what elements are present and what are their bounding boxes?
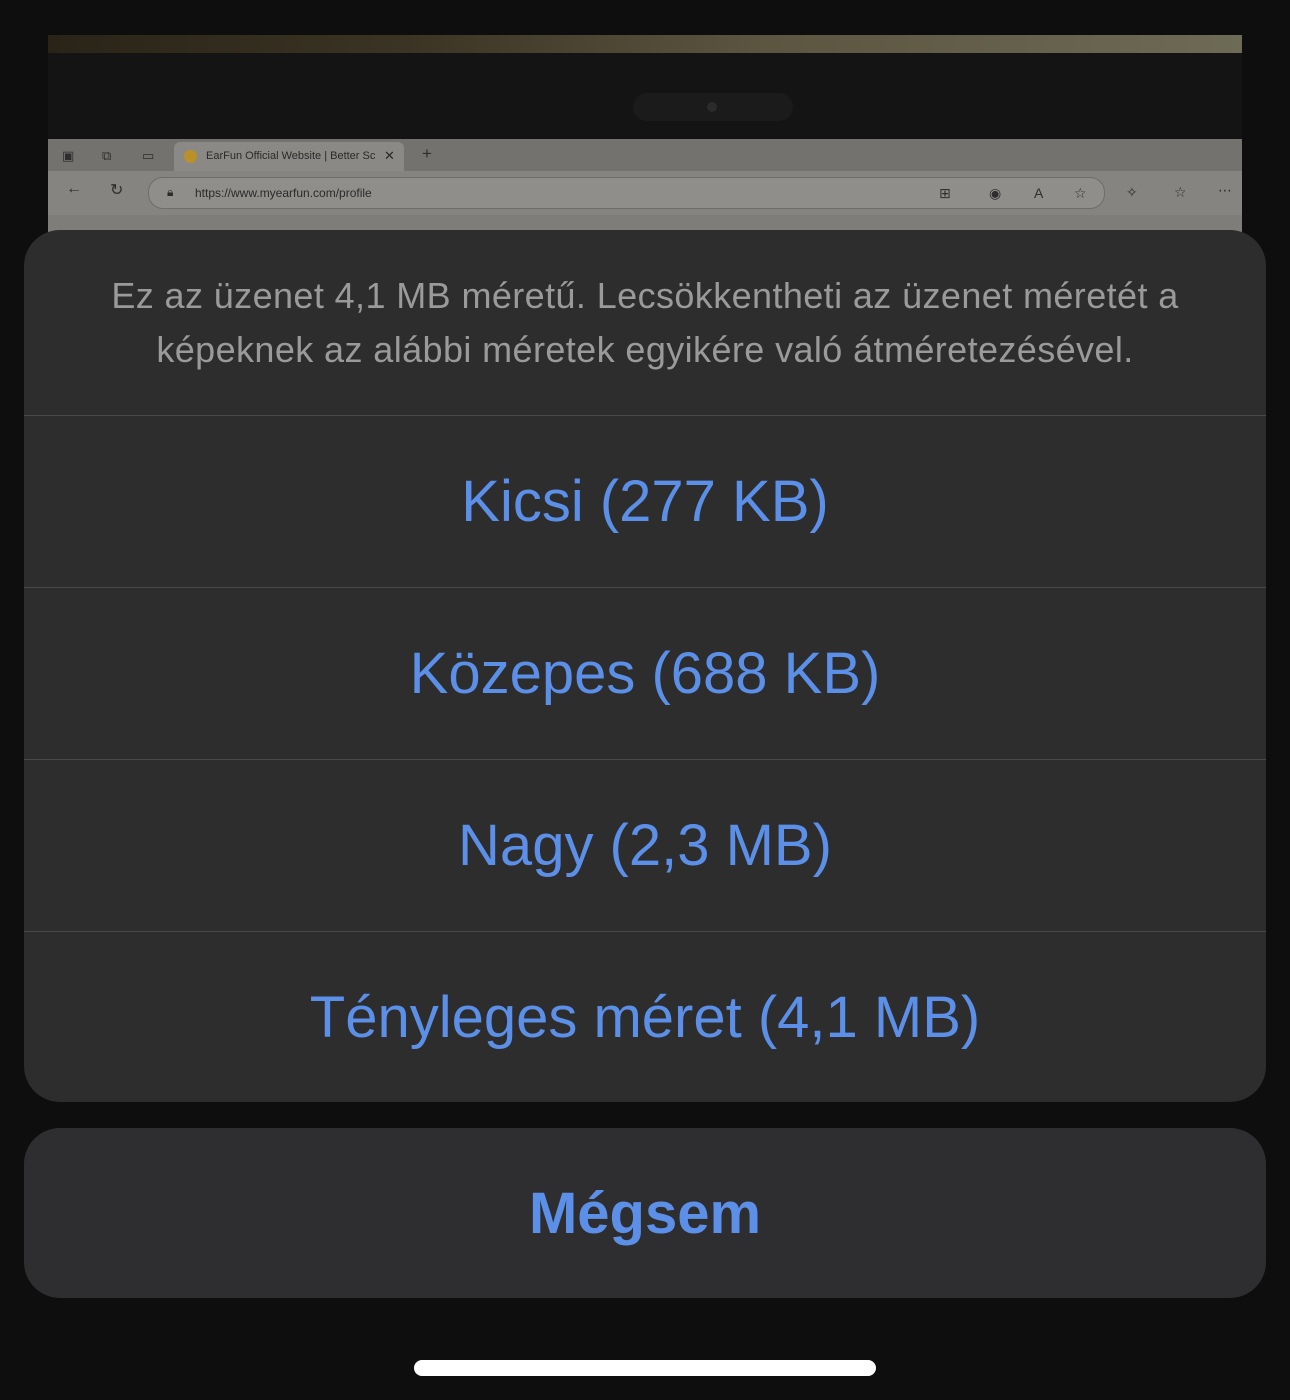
webcam (633, 93, 793, 121)
browser-tab-bar: ▣ ⧉ ▭ EarFun Official Website | Better S… (48, 139, 1242, 171)
option-small-button[interactable]: Kicsi (277 KB) (24, 415, 1266, 587)
browser-tab: EarFun Official Website | Better Sc ✕ (174, 142, 404, 171)
home-indicator[interactable] (414, 1360, 876, 1376)
refresh-icon: ↻ (110, 182, 124, 199)
collections-icon: ⧉ (102, 148, 112, 163)
apps-icon: ⊞ (939, 185, 951, 201)
option-medium-button[interactable]: Közepes (688 KB) (24, 587, 1266, 759)
option-actual-size-button[interactable]: Tényleges méret (4,1 MB) (24, 931, 1266, 1102)
site-favicon-icon (184, 150, 197, 163)
favorites-icon: ☆ (1174, 184, 1187, 200)
read-aloud-icon: A (1034, 185, 1044, 201)
new-tab-icon: + (422, 144, 432, 163)
tab-title: EarFun Official Website | Better Sc (206, 150, 376, 162)
tracking-shield-icon: ◉ (989, 185, 1002, 201)
wall-strip (48, 35, 1242, 53)
tab-close-icon: ✕ (384, 148, 395, 163)
back-arrow-icon: ← (66, 180, 82, 197)
cancel-button[interactable]: Mégsem (24, 1128, 1266, 1298)
extensions-icon: ✧ (1126, 184, 1138, 200)
lock-icon: 🔒︎ (167, 185, 174, 199)
action-sheet-message: Ez az üzenet 4,1 MB méretű. Lecsökkenthe… (111, 274, 1179, 370)
more-menu-icon: ⋯ (1218, 182, 1232, 198)
address-bar: 🔒︎ https://www.myearfun.com/profile ⊞ ◉ … (148, 177, 1105, 209)
option-large-button[interactable]: Nagy (2,3 MB) (24, 759, 1266, 931)
resize-action-sheet: Ez az üzenet 4,1 MB méretű. Lecsökkenthe… (24, 230, 1266, 1102)
monitor-bezel (48, 53, 1242, 139)
favorite-star-icon: ☆ (1074, 185, 1087, 201)
url-text: https://www.myearfun.com/profile (195, 186, 372, 200)
profile-icon: ▣ (62, 148, 75, 163)
browser-toolbar: ← ↻ 🔒︎ https://www.myearfun.com/profile … (48, 171, 1242, 215)
background-photo: ▣ ⧉ ▭ EarFun Official Website | Better S… (48, 35, 1242, 255)
tab-actions-icon: ▭ (142, 148, 155, 163)
